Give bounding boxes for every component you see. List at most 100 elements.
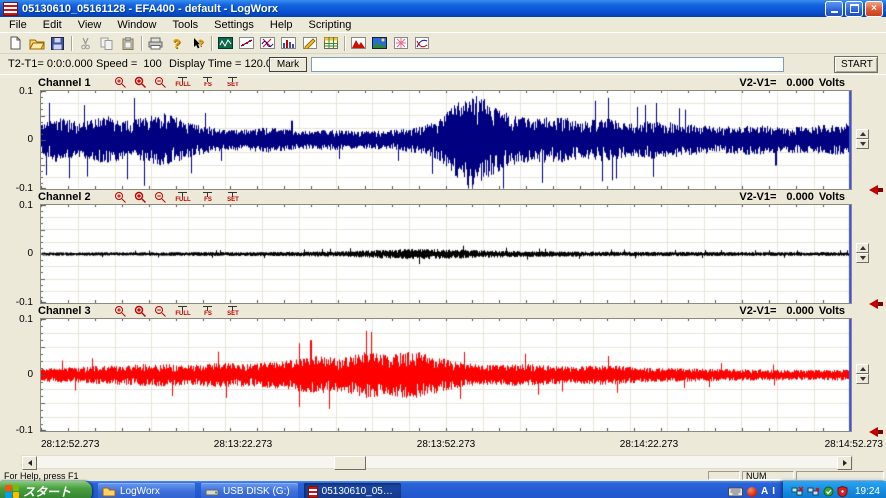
new-file-icon[interactable] xyxy=(5,34,26,52)
ime-language-icon[interactable] xyxy=(747,487,757,497)
taskbar-item-logworx-window[interactable]: 05130610_05161128 -... xyxy=(304,483,401,498)
drive-icon xyxy=(205,487,219,497)
zoom-in-icon[interactable] xyxy=(114,191,127,203)
menubar: File Edit View Window Tools Settings Hel… xyxy=(0,17,886,33)
channel-3-y-axis: 0.1 0 -0.1 xyxy=(0,318,40,432)
menu-settings[interactable]: Settings xyxy=(206,19,262,31)
channel-2-label: Channel 2 xyxy=(38,191,102,203)
cut-icon[interactable] xyxy=(75,34,96,52)
fs-scale-icon[interactable]: FS xyxy=(199,192,217,203)
up-arrow-icon xyxy=(860,246,866,250)
data-table-icon[interactable] xyxy=(320,34,341,52)
paste-icon[interactable] xyxy=(117,34,138,52)
zoom-in-icon[interactable] xyxy=(114,77,127,89)
channel-2-plot[interactable] xyxy=(40,204,852,304)
scatter-plot-icon[interactable] xyxy=(236,34,257,52)
down-arrow-icon xyxy=(860,256,866,260)
taskbar-clock: 19:24 xyxy=(855,486,880,497)
pattern-b-icon[interactable] xyxy=(411,34,432,52)
full-scale-icon[interactable]: FULL xyxy=(174,192,192,203)
zoom-expand-icon[interactable] xyxy=(134,191,147,203)
logworx-app-icon[interactable] xyxy=(3,2,18,16)
menu-scripting[interactable]: Scripting xyxy=(301,19,360,31)
channel-1-header: Channel 1 FULL FS SET V2-V1=0.000Volts xyxy=(0,75,886,90)
fs-scale-icon[interactable]: FS xyxy=(199,306,217,317)
scrollbar-thumb[interactable] xyxy=(334,456,366,470)
windows-logo-icon xyxy=(5,485,19,498)
histogram-icon[interactable] xyxy=(278,34,299,52)
channel-2-header: Channel 2 FULL FS SET V2-V1=0.000Volts xyxy=(0,190,886,204)
channel-2-waveform[interactable] xyxy=(41,205,851,303)
channel-1-waveform[interactable] xyxy=(41,91,851,189)
channel-3-waveform[interactable] xyxy=(41,319,851,431)
update-status-icon[interactable] xyxy=(823,486,834,497)
keyboard-icon[interactable] xyxy=(728,487,743,497)
pattern-a-icon[interactable] xyxy=(390,34,411,52)
annotate-icon[interactable] xyxy=(299,34,320,52)
channel-1-marker-arrow-icon[interactable] xyxy=(869,185,883,195)
channel-3-plot-row: 0.1 0 -0.1 xyxy=(0,318,886,432)
channel-1-plot[interactable] xyxy=(40,90,852,190)
open-file-icon[interactable] xyxy=(26,34,47,52)
scale-up-button[interactable] xyxy=(856,129,869,139)
menu-window[interactable]: Window xyxy=(109,19,164,31)
waveform-display-icon[interactable] xyxy=(215,34,236,52)
scroll-left-button[interactable] xyxy=(22,456,37,470)
help-icon[interactable]: ? xyxy=(166,34,187,52)
scale-up-button[interactable] xyxy=(856,243,869,253)
full-scale-icon[interactable]: FULL xyxy=(174,306,192,317)
zoom-expand-icon[interactable] xyxy=(134,77,147,89)
ime-mode-indicator[interactable]: A xyxy=(761,486,768,497)
restore-button[interactable] xyxy=(845,1,863,17)
terrain-view-icon[interactable] xyxy=(369,34,390,52)
network-disconnected-icon[interactable] xyxy=(791,486,804,497)
channel-3-marker-arrow-icon[interactable] xyxy=(869,427,883,437)
close-icon: × xyxy=(871,4,877,14)
taskbar-item-logworx-folder[interactable]: LogWorx xyxy=(98,483,195,498)
channel-2-marker-arrow-icon[interactable] xyxy=(869,299,883,309)
set-scale-icon[interactable]: SET xyxy=(224,77,242,88)
print-icon[interactable] xyxy=(145,34,166,52)
zoom-expand-icon[interactable] xyxy=(134,305,147,317)
start-menu-button[interactable]: スタート xyxy=(0,481,92,498)
set-scale-icon[interactable]: SET xyxy=(224,306,242,317)
peak-view-icon[interactable] xyxy=(348,34,369,52)
security-alert-icon[interactable] xyxy=(837,486,848,497)
full-scale-icon[interactable]: FULL xyxy=(174,77,192,88)
copy-icon[interactable] xyxy=(96,34,117,52)
set-scale-icon[interactable]: SET xyxy=(224,192,242,203)
fs-scale-icon[interactable]: FS xyxy=(199,77,217,88)
ime-toolbar-grip[interactable]: I xyxy=(772,486,775,497)
mark-button[interactable]: Mark xyxy=(269,57,307,72)
scale-down-button[interactable] xyxy=(856,139,869,149)
x-tick-label: 28:13:52.273 xyxy=(417,439,475,450)
scale-down-button[interactable] xyxy=(856,253,869,263)
horizontal-scrollbar[interactable] xyxy=(21,455,853,469)
scroll-right-button[interactable] xyxy=(837,456,852,470)
taskbar-item-usb-disk[interactable]: USB DISK (G:) xyxy=(201,483,298,498)
save-icon[interactable] xyxy=(47,34,68,52)
close-button[interactable]: × xyxy=(865,1,883,17)
up-arrow-icon xyxy=(860,132,866,136)
x-axis: 28:12:52.273 28:13:22.273 28:13:52.273 2… xyxy=(0,432,886,454)
menu-tools[interactable]: Tools xyxy=(164,19,206,31)
zoom-out-icon[interactable] xyxy=(154,305,167,317)
channel-3-plot[interactable] xyxy=(40,318,852,432)
minimize-button[interactable] xyxy=(825,1,843,17)
menu-view[interactable]: View xyxy=(70,19,110,31)
zoom-in-icon[interactable] xyxy=(114,305,127,317)
status-panel xyxy=(796,471,884,480)
mark-text-input[interactable] xyxy=(311,57,784,72)
fft-plot-icon[interactable] xyxy=(257,34,278,52)
start-button[interactable]: START xyxy=(834,56,878,73)
menu-file[interactable]: File xyxy=(1,19,35,31)
network-error-icon[interactable] xyxy=(807,486,820,497)
channel-1-plot-row: 0.1 0 -0.1 xyxy=(0,90,886,190)
zoom-out-icon[interactable] xyxy=(154,77,167,89)
scale-down-button[interactable] xyxy=(856,374,869,384)
scale-up-button[interactable] xyxy=(856,364,869,374)
context-help-icon[interactable]: ? xyxy=(187,34,208,52)
menu-help[interactable]: Help xyxy=(262,19,301,31)
menu-edit[interactable]: Edit xyxy=(35,19,70,31)
zoom-out-icon[interactable] xyxy=(154,191,167,203)
